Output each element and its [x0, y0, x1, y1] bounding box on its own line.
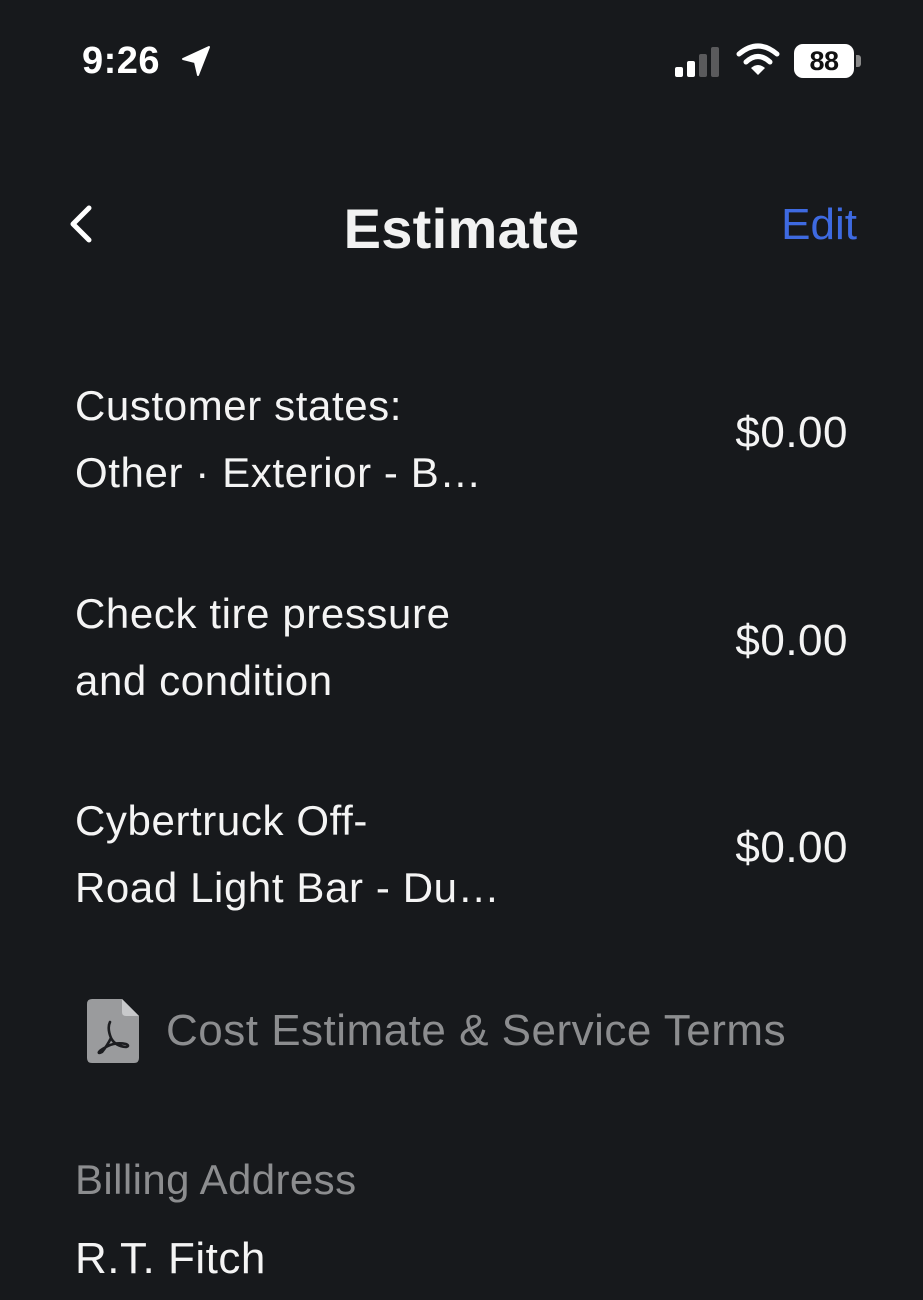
line-item-price: $0.00 [735, 616, 848, 665]
line-item-description: Customer states: Other · Exterior - B… [75, 372, 595, 506]
pdf-document-icon [87, 999, 139, 1063]
battery-level: 88 [809, 46, 839, 76]
billing-address-heading: Billing Address [75, 1156, 357, 1203]
battery-icon: 88 [794, 44, 862, 80]
line-item[interactable]: Check tire pressure and condition $0.00 [75, 580, 848, 730]
line-item[interactable]: Cybertruck Off- Road Light Bar - Du… $0.… [75, 787, 848, 937]
status-time: 9:26 [82, 40, 161, 82]
cost-estimate-terms-label: Cost Estimate & Service Terms [166, 1006, 787, 1055]
line-item-description-line: and condition [75, 657, 333, 704]
battery-cap [856, 55, 861, 67]
wifi-icon [736, 43, 780, 75]
location-arrow-icon [182, 46, 210, 76]
line-item-description-line: Road Light Bar - Du… [75, 864, 501, 911]
cost-estimate-terms-link[interactable]: Cost Estimate & Service Terms [86, 998, 866, 1068]
line-item-description-line: Cybertruck Off- [75, 797, 368, 844]
line-item[interactable]: Customer states: Other · Exterior - B… $… [75, 372, 848, 522]
line-item-description-line: Check tire pressure [75, 590, 451, 637]
line-item-description: Cybertruck Off- Road Light Bar - Du… [75, 787, 595, 921]
edit-button[interactable]: Edit [781, 200, 857, 250]
billing-name: R.T. Fitch [75, 1234, 266, 1283]
line-item-price: $0.00 [735, 408, 848, 457]
status-bar: 9:26 88 [0, 0, 923, 120]
line-item-description-line: Other · Exterior - B… [75, 449, 483, 496]
cellular-signal-icon [675, 47, 719, 77]
line-item-description-line: Customer states: [75, 382, 403, 429]
line-item-price: $0.00 [735, 823, 848, 872]
line-item-description: Check tire pressure and condition [75, 580, 595, 714]
